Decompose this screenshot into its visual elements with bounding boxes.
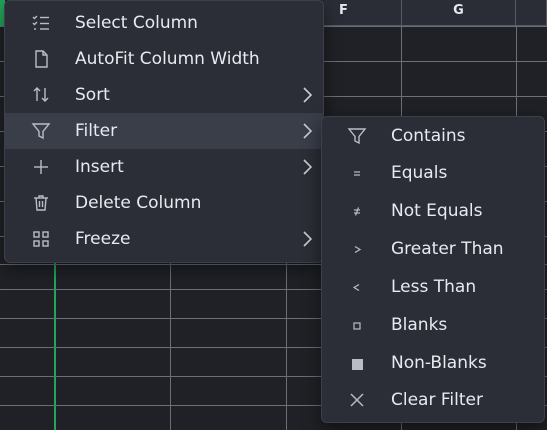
- filter-option-contains[interactable]: Contains: [322, 117, 544, 155]
- menu-item-filter[interactable]: Filter: [5, 113, 323, 149]
- menu-item-delete-column[interactable]: Delete Column: [5, 185, 323, 221]
- menu-item-label: Select Column: [75, 13, 198, 33]
- menu-item-label: Freeze: [75, 229, 131, 249]
- not-equals-icon: [346, 200, 368, 222]
- column-header-next[interactable]: [516, 0, 547, 26]
- funnel-icon: [346, 125, 368, 147]
- menu-item-label: Insert: [75, 157, 124, 177]
- chevron-right-icon: [303, 87, 313, 103]
- filled-square-icon: [346, 352, 368, 374]
- filter-option-label: Contains: [391, 126, 466, 146]
- menu-item-label: Delete Column: [75, 193, 202, 213]
- filter-option-not-equals[interactable]: Not Equals: [322, 192, 544, 230]
- filter-option-clear-filter[interactable]: Clear Filter: [322, 381, 544, 419]
- empty-square-icon: [346, 314, 368, 336]
- filter-option-label: Clear Filter: [391, 390, 483, 410]
- menu-item-select-column[interactable]: Select Column: [5, 5, 323, 41]
- menu-item-insert[interactable]: Insert: [5, 149, 323, 185]
- filter-option-greater-than[interactable]: Greater Than: [322, 230, 544, 268]
- filter-option-non-blanks[interactable]: Non-Blanks: [322, 344, 544, 382]
- trash-icon: [31, 193, 51, 213]
- document-icon: [31, 49, 51, 69]
- filter-option-equals[interactable]: Equals: [322, 154, 544, 192]
- plus-icon: [31, 157, 51, 177]
- select-list-icon: [31, 13, 51, 33]
- filter-submenu: Contains Equals Not Equals Greater Than: [321, 116, 545, 423]
- funnel-icon: [31, 121, 51, 141]
- menu-item-label: Sort: [75, 85, 110, 105]
- grid-icon: [31, 229, 51, 249]
- chevron-right-icon: [303, 231, 313, 247]
- filter-option-label: Not Equals: [391, 201, 483, 221]
- column-header-g[interactable]: G: [402, 0, 516, 26]
- sort-arrows-icon: [31, 85, 51, 105]
- menu-item-label: AutoFit Column Width: [75, 49, 260, 69]
- x-icon: [346, 389, 368, 411]
- column-context-menu: Select Column AutoFit Column Width Sort …: [4, 0, 324, 263]
- filter-option-label: Less Than: [391, 277, 477, 297]
- filter-option-label: Blanks: [391, 315, 448, 335]
- menu-item-freeze[interactable]: Freeze: [5, 221, 323, 257]
- less-than-icon: [346, 276, 368, 298]
- chevron-right-icon: [303, 159, 313, 175]
- chevron-right-icon: [303, 123, 313, 139]
- filter-option-less-than[interactable]: Less Than: [322, 268, 544, 306]
- menu-item-autofit-column-width[interactable]: AutoFit Column Width: [5, 41, 323, 77]
- equals-icon: [346, 162, 368, 184]
- menu-item-sort[interactable]: Sort: [5, 77, 323, 113]
- filter-option-blanks[interactable]: Blanks: [322, 306, 544, 344]
- filter-option-label: Non-Blanks: [391, 353, 487, 373]
- filter-option-label: Equals: [391, 163, 448, 183]
- menu-item-label: Filter: [75, 121, 118, 141]
- filter-option-label: Greater Than: [391, 239, 504, 259]
- greater-than-icon: [346, 238, 368, 260]
